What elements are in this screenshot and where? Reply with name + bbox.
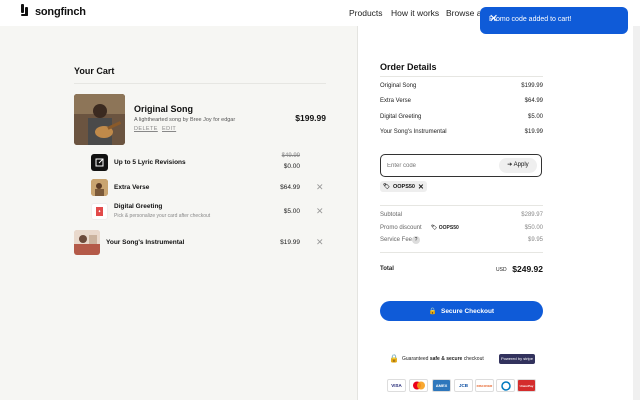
- apply-button[interactable]: ➔ Apply: [499, 158, 537, 173]
- applied-promo-chip: 🏷 OOPS50 ✕: [380, 181, 427, 192]
- lyric-revisions-price: $0.00: [283, 163, 300, 170]
- order-divider-bottom: [380, 252, 543, 253]
- lyric-revisions-thumbnail: [91, 154, 108, 171]
- promo-discount-code: 🏷 OOPS50: [431, 225, 459, 231]
- discount-code-text: OOPS50: [438, 225, 459, 231]
- secure-checkout-button[interactable]: 🔒 Secure Checkout: [380, 301, 543, 321]
- amex-icon: AMEX: [432, 379, 451, 392]
- diners-icon: [496, 379, 515, 392]
- digital-greeting-price: $5.00: [283, 208, 300, 215]
- order-divider-mid: [380, 205, 543, 206]
- logo-text: songfinch: [35, 5, 86, 18]
- songfinch-logo-icon: [21, 4, 31, 19]
- extra-verse-title: Extra Verse: [114, 184, 150, 191]
- cart-divider: [74, 83, 326, 84]
- unionpay-icon: UnionPay: [517, 379, 536, 392]
- subtotal-label: Subtotal: [380, 212, 403, 218]
- songfinch-logo[interactable]: songfinch: [21, 4, 86, 19]
- guarantee-prefix: Guaranteed: [402, 356, 430, 362]
- remove-digital-greeting-icon[interactable]: ✕: [316, 207, 324, 216]
- service-fee-value: $9.95: [527, 237, 543, 243]
- original-song-price: $199.99: [295, 113, 326, 123]
- guarantee-bold: safe & secure: [429, 356, 463, 362]
- help-icon[interactable]: ?: [412, 236, 420, 244]
- original-song-title: Original Song: [134, 104, 194, 114]
- remove-instrumental-icon[interactable]: ✕: [316, 238, 324, 247]
- digital-greeting-thumbnail: [91, 203, 108, 220]
- mastercard-icon: [409, 379, 428, 392]
- instrumental-price: $19.99: [280, 239, 300, 246]
- guarantee-suffix: checkout: [462, 356, 484, 362]
- promo-discount-value: $50.00: [524, 225, 543, 231]
- instrumental-title: Your Song's Instrumental: [106, 239, 185, 246]
- lock-icon: 🔒: [389, 354, 399, 363]
- extra-verse-thumbnail: [91, 179, 108, 196]
- checkout-label: Secure Checkout: [440, 307, 495, 315]
- toast-notification: Promo code added to cart! ✕: [480, 7, 628, 34]
- remove-extra-verse-icon[interactable]: ✕: [316, 183, 324, 192]
- arrow-right-icon: ➔: [507, 162, 513, 168]
- nav-how-it-works[interactable]: How it works: [391, 8, 439, 18]
- digital-greeting-title: Digital Greeting: [114, 203, 163, 210]
- jcb-icon: JCB: [454, 379, 473, 392]
- order-line-value: $199.99: [521, 83, 543, 89]
- order-line-label: Your Song's Instrumental: [380, 129, 447, 135]
- order-line-value: $5.00: [527, 114, 543, 120]
- tag-icon: 🏷: [431, 225, 438, 231]
- order-details-title: Order Details: [380, 62, 437, 72]
- lyric-revisions-old-price: $49.99: [281, 153, 300, 159]
- service-fee-label: Service Fee: [380, 237, 413, 243]
- order-line-label: Extra Verse: [380, 98, 412, 104]
- original-song-subtitle: A lighthearted song by Bree Joy for edga…: [134, 117, 236, 123]
- nav-products[interactable]: Products: [349, 8, 383, 18]
- order-line-value: $19.99: [524, 129, 543, 135]
- lyric-revisions-title: Up to 5 Lyric Revisions: [114, 159, 186, 166]
- total-value: $249.92: [512, 264, 543, 274]
- promo-code-field[interactable]: ➔ Apply: [380, 154, 542, 177]
- tag-icon: 🏷: [383, 183, 390, 190]
- subtotal-value: $289.97: [521, 212, 543, 218]
- promo-discount-label: Promo discount: [380, 225, 422, 231]
- cart-title: Your Cart: [74, 66, 115, 76]
- order-line-label: Digital Greeting: [380, 114, 422, 120]
- visa-icon: VISA: [387, 379, 406, 392]
- close-icon[interactable]: ✕: [489, 13, 619, 25]
- edit-link[interactable]: EDIT: [162, 126, 176, 132]
- order-divider-top: [380, 76, 543, 77]
- extra-verse-price: $64.99: [280, 184, 300, 191]
- total-label: Total: [380, 266, 394, 272]
- order-line-label: Original Song: [380, 83, 417, 89]
- original-song-thumbnail: [74, 94, 125, 145]
- stripe-badge: Powered by stripe: [499, 354, 535, 364]
- promo-code-input[interactable]: [387, 159, 487, 172]
- apply-label: Apply: [513, 162, 529, 168]
- panel-divider: [357, 26, 358, 400]
- delete-link[interactable]: DELETE: [134, 126, 158, 132]
- instrumental-thumbnail: [74, 230, 100, 255]
- order-line-value: $64.99: [524, 98, 543, 104]
- applied-promo-code: OOPS50: [392, 183, 415, 190]
- remove-promo-icon[interactable]: ✕: [418, 183, 424, 191]
- guarantee-text: Guaranteed safe & secure checkout: [402, 356, 484, 362]
- lock-icon: 🔒: [428, 308, 437, 315]
- discover-icon: DISCOVER: [475, 379, 494, 392]
- scrollbar[interactable]: [633, 26, 640, 400]
- digital-greeting-subtitle: Pick & personalize your card after check…: [114, 213, 211, 219]
